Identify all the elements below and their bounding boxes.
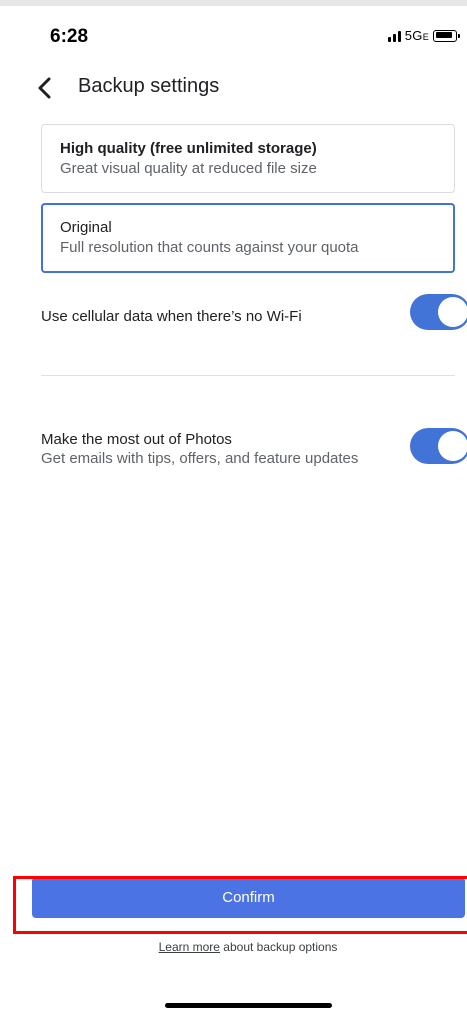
learn-more-line: Learn more about backup options <box>0 940 467 954</box>
network-type: 5GE <box>405 28 429 43</box>
divider <box>41 375 455 376</box>
home-indicator <box>165 1003 332 1008</box>
status-time: 6:28 <box>50 26 89 47</box>
signal-icon <box>387 30 401 42</box>
option-subtitle: Full resolution that counts against your… <box>60 239 359 256</box>
option-title: Original <box>60 219 112 236</box>
chevron-left-icon[interactable] <box>34 74 58 102</box>
cellular-data-toggle[interactable] <box>410 294 467 330</box>
toggle-knob <box>438 431 467 461</box>
photos-emails-title: Make the most out of Photos <box>41 431 232 448</box>
status-indicators: 5GE <box>387 28 460 43</box>
option-title: High quality (free unlimited storage) <box>60 140 317 157</box>
option-subtitle: Great visual quality at reduced file siz… <box>60 160 317 177</box>
backup-settings-screen: 6:28 5GE Backup settings High quality (f… <box>0 0 467 1018</box>
learn-more-link[interactable]: Learn more <box>159 940 220 954</box>
photos-emails-subtitle: Get emails with tips, offers, and featur… <box>41 450 359 467</box>
page-title: Backup settings <box>78 75 220 97</box>
battery-icon <box>433 29 460 42</box>
highlight-box <box>13 876 467 934</box>
learn-more-text: about backup options <box>219 940 338 954</box>
photos-emails-toggle[interactable] <box>410 428 467 464</box>
network-label: 5G <box>404 28 423 43</box>
network-suffix: E <box>422 32 429 42</box>
option-original[interactable]: Original Full resolution that counts aga… <box>41 203 455 273</box>
option-high-quality[interactable]: High quality (free unlimited storage) Gr… <box>41 124 455 193</box>
photos-emails-row: Make the most out of Photos Get emails w… <box>41 431 467 471</box>
cellular-data-row: Use cellular data when there’s no Wi-Fi <box>41 307 467 333</box>
status-bar: 6:28 5GE <box>0 6 467 54</box>
cellular-data-label: Use cellular data when there’s no Wi-Fi <box>41 308 302 325</box>
header: Backup settings <box>0 66 467 110</box>
toggle-knob <box>438 297 467 327</box>
